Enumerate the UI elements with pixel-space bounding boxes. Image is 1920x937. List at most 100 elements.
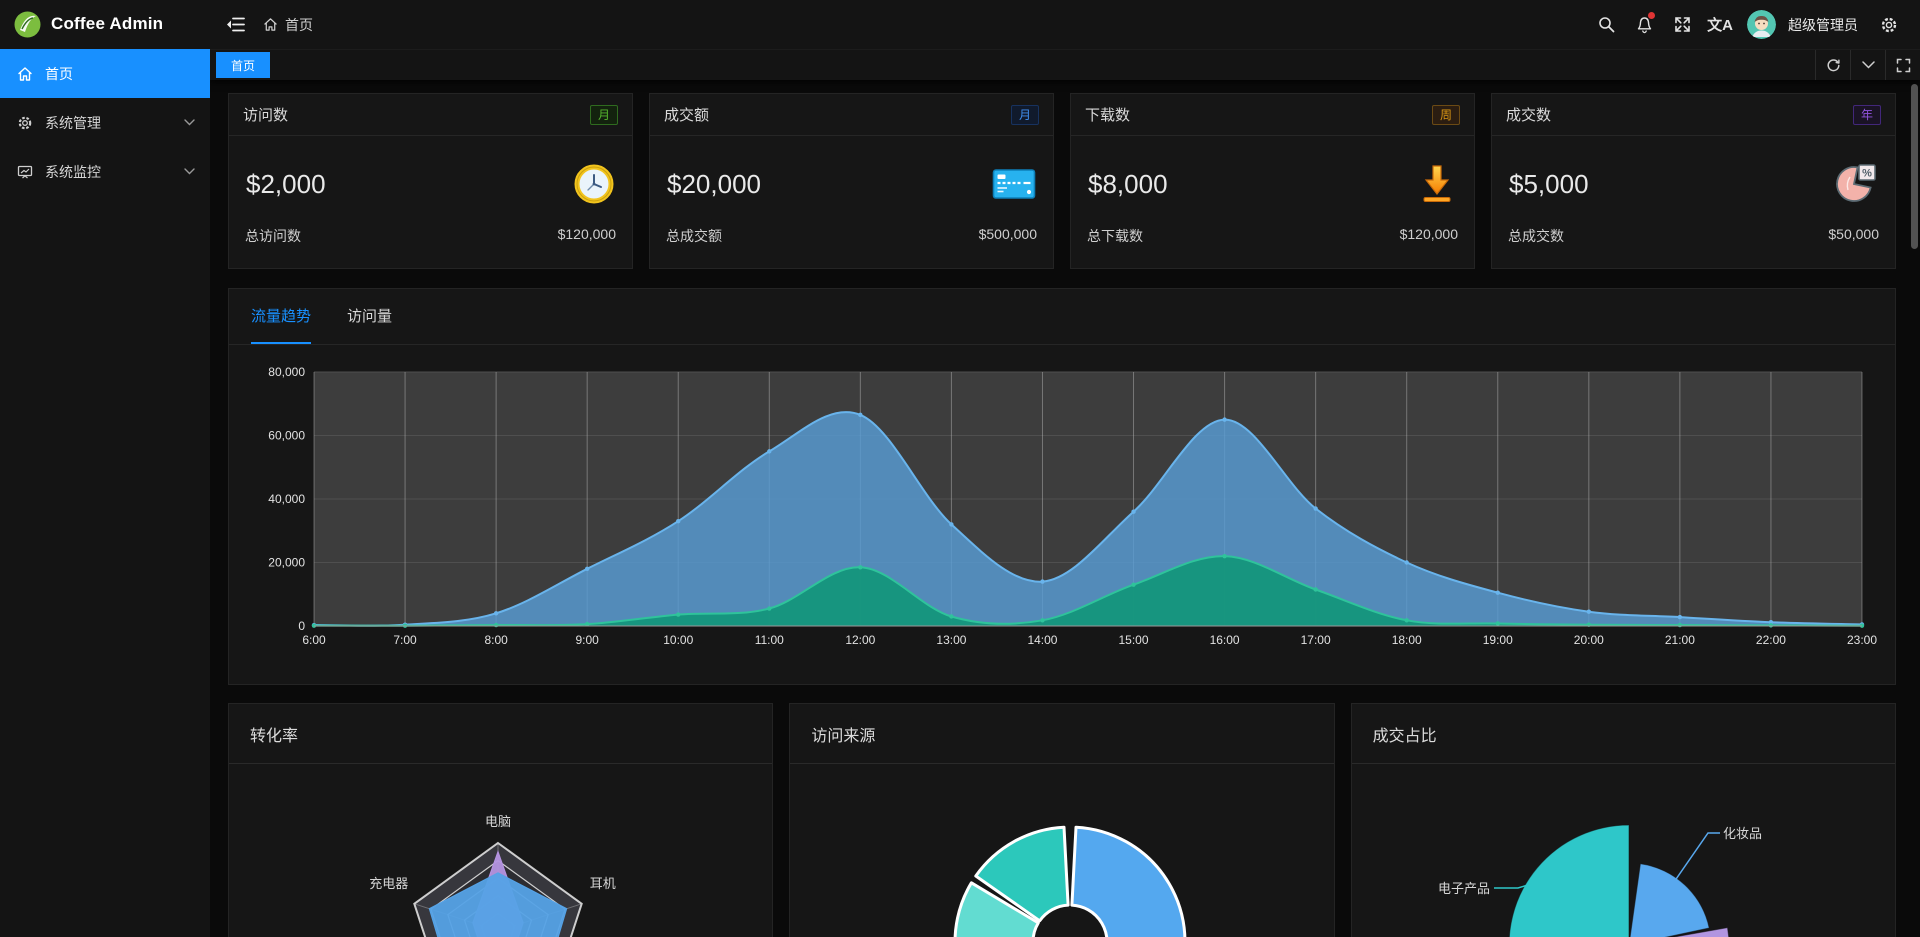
stat-foot-value: $120,000	[1400, 226, 1458, 246]
area-chart: 020,00040,00060,00080,0006:007:008:009:0…	[229, 345, 1895, 684]
stat-foot-value: $50,000	[1828, 226, 1879, 246]
search-icon[interactable]	[1589, 0, 1623, 50]
chevron-down-icon[interactable]	[1850, 50, 1885, 80]
breadcrumb[interactable]: 首页	[263, 15, 313, 35]
credit-card-icon	[992, 167, 1036, 201]
sidebar-item-label: 首页	[45, 64, 73, 84]
svg-text:9:00: 9:00	[575, 633, 599, 647]
chevron-down-icon	[184, 168, 195, 175]
panel-visit-source: 访问来源	[789, 703, 1334, 937]
stat-card-deals: 成交数 年 $5,000 % 总成交数 $50,000	[1491, 93, 1896, 269]
svg-text:12:00: 12:00	[845, 633, 875, 647]
stat-value: $2,000	[246, 169, 326, 200]
sidebar: Coffee Admin 首页 系统管理 系统监控	[0, 0, 210, 937]
stat-title: 成交数	[1506, 104, 1551, 125]
bottom-row: 转化率 电脑耳机充电器 访问来源 成交占比 电子产品化妆品	[228, 703, 1896, 937]
svg-text:15:00: 15:00	[1119, 633, 1149, 647]
clock-icon	[573, 163, 615, 205]
stat-foot-value: $500,000	[979, 226, 1037, 246]
svg-text:6:00: 6:00	[302, 633, 326, 647]
svg-text:18:00: 18:00	[1392, 633, 1422, 647]
svg-text:10:00: 10:00	[663, 633, 693, 647]
donut-chart	[790, 764, 1333, 937]
svg-text:8:00: 8:00	[484, 633, 508, 647]
sidebar-menu: 首页 系统管理 系统监控	[0, 49, 210, 196]
monitor-icon	[16, 164, 34, 180]
home-icon	[16, 66, 34, 82]
svg-text:0: 0	[298, 619, 305, 633]
tab-traffic-trend[interactable]: 流量趋势	[251, 289, 311, 344]
app-logo: Coffee Admin	[0, 0, 210, 48]
navbar-actions: 文A 超级管理员	[1589, 0, 1920, 50]
svg-text:电脑: 电脑	[485, 814, 511, 829]
gear-icon[interactable]	[1872, 0, 1906, 50]
stat-title: 成交额	[664, 104, 709, 125]
tab-visit-volume[interactable]: 访问量	[347, 289, 392, 344]
bell-icon[interactable]	[1627, 0, 1661, 50]
app-title: Coffee Admin	[51, 14, 163, 34]
leaf-logo-icon	[14, 11, 41, 38]
gear-icon	[16, 115, 34, 131]
svg-text:23:00: 23:00	[1847, 633, 1877, 647]
tab-home[interactable]: 首页	[216, 52, 270, 78]
svg-text:11:00: 11:00	[755, 633, 784, 647]
panel-deal-share: 成交占比 电子产品化妆品	[1351, 703, 1896, 937]
stat-title: 访问数	[243, 104, 288, 125]
avatar[interactable]	[1747, 10, 1776, 39]
panel-conversion-rate: 转化率 电脑耳机充电器	[228, 703, 773, 937]
stat-foot-value: $120,000	[558, 226, 616, 246]
sidebar-item-home[interactable]: 首页	[0, 49, 210, 98]
stat-title: 下载数	[1085, 104, 1130, 125]
radar-chart: 电脑耳机充电器	[229, 764, 772, 937]
svg-text:7:00: 7:00	[393, 633, 417, 647]
sidebar-item-label: 系统管理	[45, 113, 101, 133]
svg-text:19:00: 19:00	[1483, 633, 1513, 647]
rose-pie-chart: 电子产品化妆品	[1352, 764, 1895, 937]
stat-card-turnover: 成交额 月 $20,000 总成交额 $500,000	[649, 93, 1054, 269]
period-badge: 年	[1853, 105, 1881, 125]
chevron-down-icon	[184, 119, 195, 126]
vertical-scrollbar[interactable]	[1911, 84, 1918, 249]
fullscreen-icon[interactable]	[1665, 0, 1699, 50]
stat-foot-label: 总成交数	[1508, 226, 1564, 246]
home-icon	[263, 17, 278, 32]
top-navbar: 首页 文A 超级管理员	[210, 0, 1920, 50]
maximize-icon[interactable]	[1885, 50, 1920, 80]
stat-foot-label: 总访问数	[245, 226, 301, 246]
download-icon	[1417, 163, 1457, 205]
svg-text:14:00: 14:00	[1027, 633, 1057, 647]
svg-text:20,000: 20,000	[268, 556, 305, 570]
tags-view-bar: 首页	[210, 50, 1920, 80]
svg-text:80,000: 80,000	[268, 365, 305, 379]
svg-text:耳机: 耳机	[590, 876, 616, 891]
svg-text:16:00: 16:00	[1210, 633, 1240, 647]
period-badge: 周	[1432, 105, 1460, 125]
svg-text:13:00: 13:00	[936, 633, 966, 647]
panel-title: 访问来源	[811, 722, 875, 746]
stat-value: $8,000	[1088, 169, 1168, 200]
menu-fold-button[interactable]	[210, 0, 263, 49]
sidebar-item-label: 系统监控	[45, 162, 101, 182]
username[interactable]: 超级管理员	[1788, 15, 1858, 35]
sidebar-item-system-management[interactable]: 系统管理	[0, 98, 210, 147]
svg-text:22:00: 22:00	[1756, 633, 1786, 647]
stat-value: $5,000	[1509, 169, 1589, 200]
stat-value: $20,000	[667, 169, 761, 200]
stat-foot-label: 总成交额	[666, 226, 722, 246]
translate-icon[interactable]: 文A	[1703, 0, 1737, 50]
refresh-icon[interactable]	[1815, 50, 1850, 80]
tab-label: 首页	[231, 57, 255, 74]
stat-card-visits: 访问数 月 $2,000 总访问数 $120,000	[228, 93, 633, 269]
trend-tabs: 流量趋势 访问量	[229, 289, 1895, 345]
trend-chart-card: 流量趋势 访问量 020,00040,00060,00080,0006:007:…	[228, 288, 1896, 685]
svg-text:%: %	[1862, 168, 1872, 180]
svg-text:化妆品: 化妆品	[1723, 826, 1762, 841]
pie-chart-icon: %	[1834, 163, 1878, 205]
stats-row: 访问数 月 $2,000 总访问数 $120,000 成交额 月 $20,000…	[228, 93, 1896, 269]
svg-text:20:00: 20:00	[1574, 633, 1604, 647]
panel-title: 成交占比	[1373, 722, 1437, 746]
tab-controls	[1815, 50, 1920, 80]
sidebar-item-system-monitor[interactable]: 系统监控	[0, 147, 210, 196]
breadcrumb-label: 首页	[285, 15, 313, 35]
notification-dot	[1648, 12, 1655, 19]
